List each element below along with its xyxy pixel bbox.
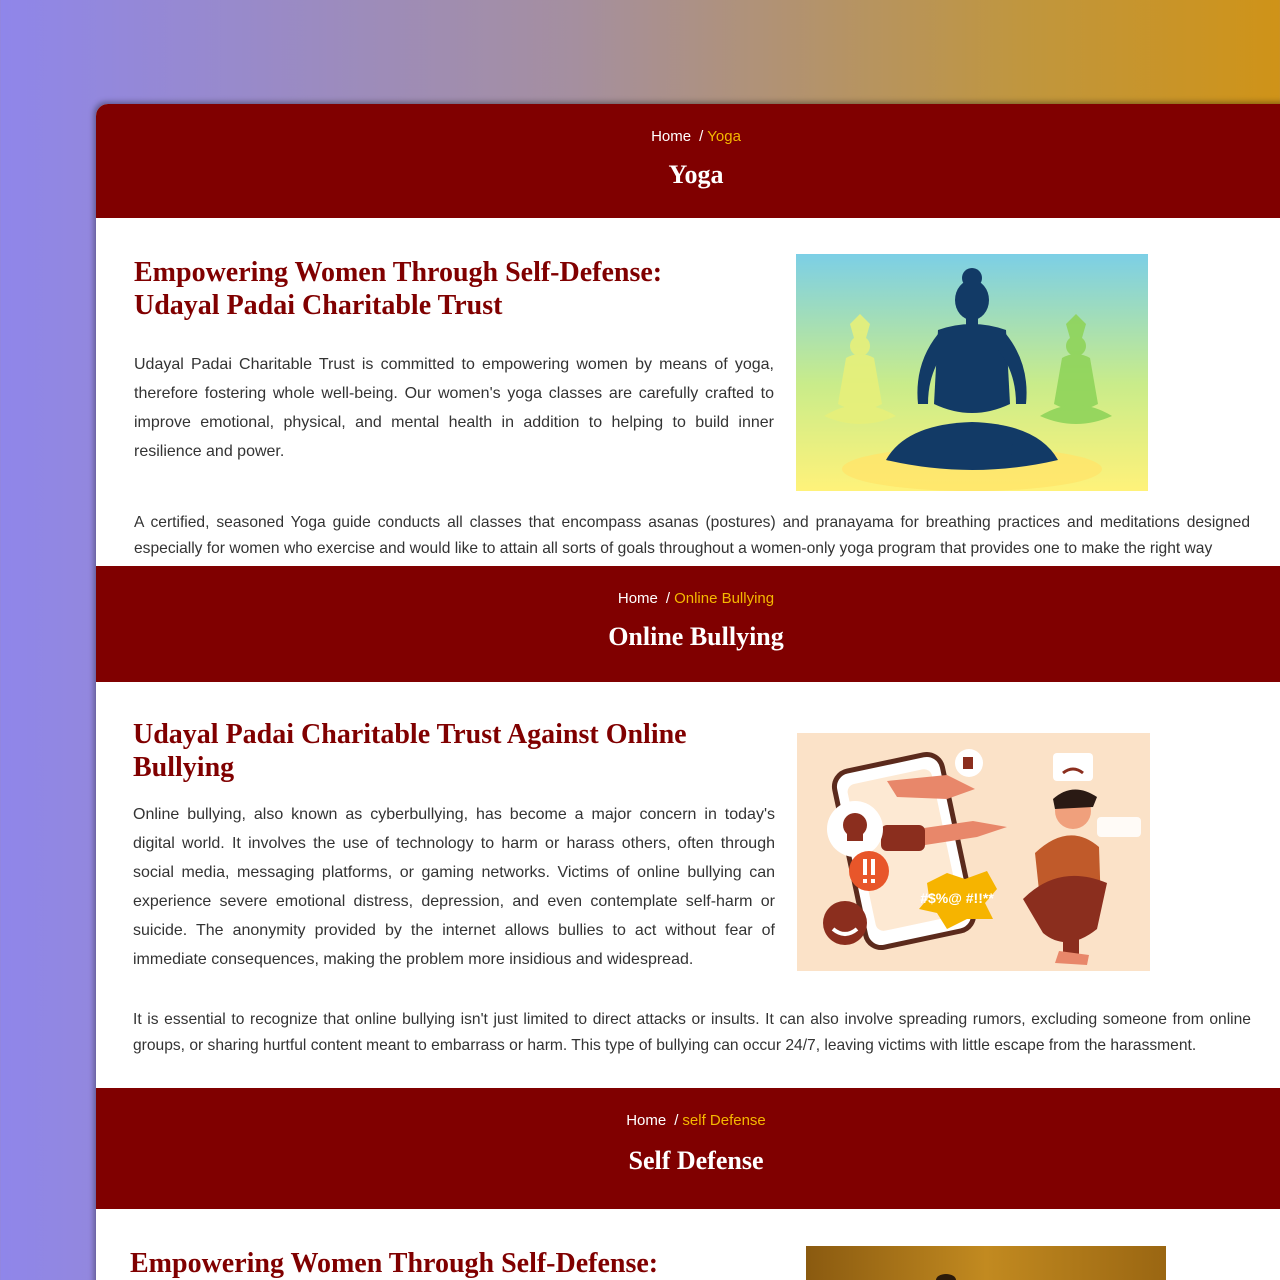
- yoga-banner: Home / Yoga Yoga: [96, 104, 1280, 218]
- details-paragraph: It is essential to recognize that online…: [133, 1011, 1251, 1054]
- self-defense-banner: Home / self Defense Self Defense: [96, 1088, 1280, 1209]
- breadcrumb-home-link[interactable]: Home: [618, 590, 658, 607]
- breadcrumb-separator: /: [699, 128, 704, 145]
- cyberbullying-illustration: #$%@ #!!**: [797, 733, 1150, 971]
- yoga-meditation-illustration: [796, 254, 1148, 491]
- section-heading: Empowering Women Through Self-Defense:: [130, 1247, 780, 1280]
- breadcrumb-separator: /: [665, 590, 671, 607]
- breadcrumb: Home / self Defense: [96, 1112, 1280, 1129]
- page-title: Online Bullying: [608, 622, 784, 651]
- browser-frame: Home / Yoga Yoga Empowering Women Through …: [96, 104, 1280, 1280]
- section-heading: Udayal Padai Charitable Trust Against On…: [133, 718, 753, 784]
- page-title: Yoga: [668, 160, 724, 189]
- intro-paragraph: Online bullying, also known as cyberbull…: [133, 806, 775, 968]
- breadcrumb-home-link[interactable]: Home: [626, 1112, 666, 1129]
- breadcrumb: Home / Online Bullying: [96, 590, 1280, 607]
- intro-paragraph: Udayal Padai Charitable Trust is committ…: [134, 356, 774, 460]
- details-paragraph: A certified, seasoned Yoga guide conduct…: [134, 514, 1250, 557]
- breadcrumb-current: Yoga: [707, 128, 741, 145]
- heading-line-1: Empowering Women Through Self-Defense:: [130, 1248, 659, 1279]
- page-title: Self Defense: [628, 1146, 764, 1175]
- heading-line-2: Udayal Padai Charitable Trust: [134, 290, 503, 321]
- breadcrumb-home-link[interactable]: Home: [651, 128, 691, 145]
- online-bullying-banner: Home / Online Bullying Online Bullying: [96, 566, 1280, 682]
- breadcrumb-current: Online Bullying: [674, 590, 775, 607]
- heading-line-1: Empowering Women Through Self-Defense:: [134, 257, 663, 288]
- section-heading: Empowering Women Through Self-Defense: U…: [134, 256, 754, 322]
- breadcrumb-current: self Defense: [682, 1112, 766, 1129]
- heading-line-1: Udayal Padai Charitable Trust Against On…: [133, 719, 687, 750]
- breadcrumb: Home / Yoga: [96, 128, 1280, 145]
- self-defense-photo: [806, 1246, 1166, 1280]
- curse-text: #$%@ #!!**: [920, 890, 994, 906]
- heading-line-2: Bullying: [133, 752, 235, 783]
- breadcrumb-separator: /: [674, 1112, 679, 1129]
